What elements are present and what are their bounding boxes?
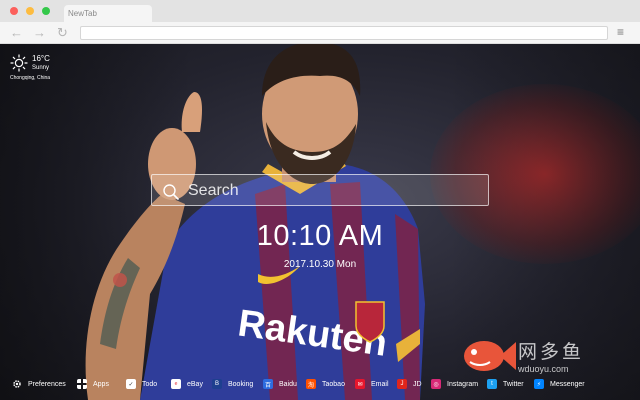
bottom-item-label: Taobao bbox=[322, 380, 345, 388]
booking-icon: B bbox=[212, 379, 222, 389]
bottom-item-preferences[interactable]: Preferences bbox=[12, 374, 66, 394]
browser-tab-strip: NewTab bbox=[0, 0, 640, 22]
browser-tab[interactable]: NewTab bbox=[64, 5, 152, 22]
grid-icon bbox=[77, 379, 87, 389]
instagram-icon: ◎ bbox=[431, 379, 441, 389]
weather-location: Chongqing, China bbox=[10, 75, 51, 81]
bottom-item-label: eBay bbox=[187, 380, 203, 388]
gear-icon bbox=[13, 380, 21, 388]
bottom-item-label: Booking bbox=[228, 380, 254, 388]
bottom-item-label: Apps bbox=[93, 380, 109, 388]
menu-icon[interactable]: ≡ bbox=[617, 25, 624, 39]
search-input[interactable] bbox=[188, 181, 478, 201]
baidu-icon: 百 bbox=[263, 379, 273, 389]
bottom-item-jd[interactable]: J JD bbox=[397, 374, 422, 394]
search-icon[interactable] bbox=[162, 183, 180, 201]
checkbox-icon: ✓ bbox=[126, 379, 136, 389]
bottom-item-todo[interactable]: ✓ Todo bbox=[126, 374, 157, 394]
back-icon[interactable]: ← bbox=[10, 26, 23, 40]
clock-time: 10:10 AM bbox=[256, 220, 384, 252]
bottom-item-baidu[interactable]: 百 Baidu bbox=[263, 374, 297, 394]
maximize-window-button[interactable] bbox=[42, 7, 50, 15]
bottom-item-label: Todo bbox=[142, 380, 158, 388]
tab-title: NewTab bbox=[68, 9, 97, 18]
new-tab-page: Rakuten 16°C Sunny Chongqing, China Sear… bbox=[0, 44, 640, 400]
bottom-item-email[interactable]: ✉ Email bbox=[355, 374, 389, 394]
reload-icon[interactable]: ↻ bbox=[57, 26, 68, 40]
sun-icon bbox=[10, 54, 28, 72]
bottom-item-taobao[interactable]: 淘 Taobao bbox=[306, 374, 345, 394]
taobao-icon: 淘 bbox=[306, 379, 316, 389]
minimize-window-button[interactable] bbox=[26, 7, 34, 15]
address-bar[interactable] bbox=[80, 26, 608, 40]
watermark-text: 网多鱼 bbox=[518, 342, 585, 363]
jd-icon: J bbox=[397, 379, 407, 389]
bottom-item-booking[interactable]: B Booking bbox=[212, 374, 253, 394]
clock-date: 2017.10.30 Mon bbox=[283, 259, 357, 270]
forward-icon[interactable]: → bbox=[33, 26, 46, 40]
ebay-icon: e bbox=[171, 379, 181, 389]
browser-toolbar: ← → ↻ ≡ bbox=[0, 22, 640, 44]
bottom-item-label: Preferences bbox=[28, 380, 66, 388]
bottom-item-label: JD bbox=[413, 380, 422, 388]
watermark: 网多鱼 wduoyu.com bbox=[460, 334, 630, 384]
weather-condition: Sunny bbox=[32, 65, 50, 71]
close-window-button[interactable] bbox=[10, 7, 18, 15]
search-box[interactable] bbox=[151, 174, 489, 206]
bottom-item-label: Baidu bbox=[279, 380, 297, 388]
bottom-item-apps[interactable]: Apps bbox=[77, 374, 109, 394]
fish-logo-icon bbox=[464, 341, 516, 371]
weather-temperature: 16°C bbox=[32, 54, 50, 63]
bottom-item-ebay[interactable]: e eBay bbox=[171, 374, 203, 394]
watermark-url: wduoyu.com bbox=[518, 364, 569, 374]
mail-icon: ✉ bbox=[355, 379, 365, 389]
bottom-item-label: Email bbox=[371, 380, 389, 388]
